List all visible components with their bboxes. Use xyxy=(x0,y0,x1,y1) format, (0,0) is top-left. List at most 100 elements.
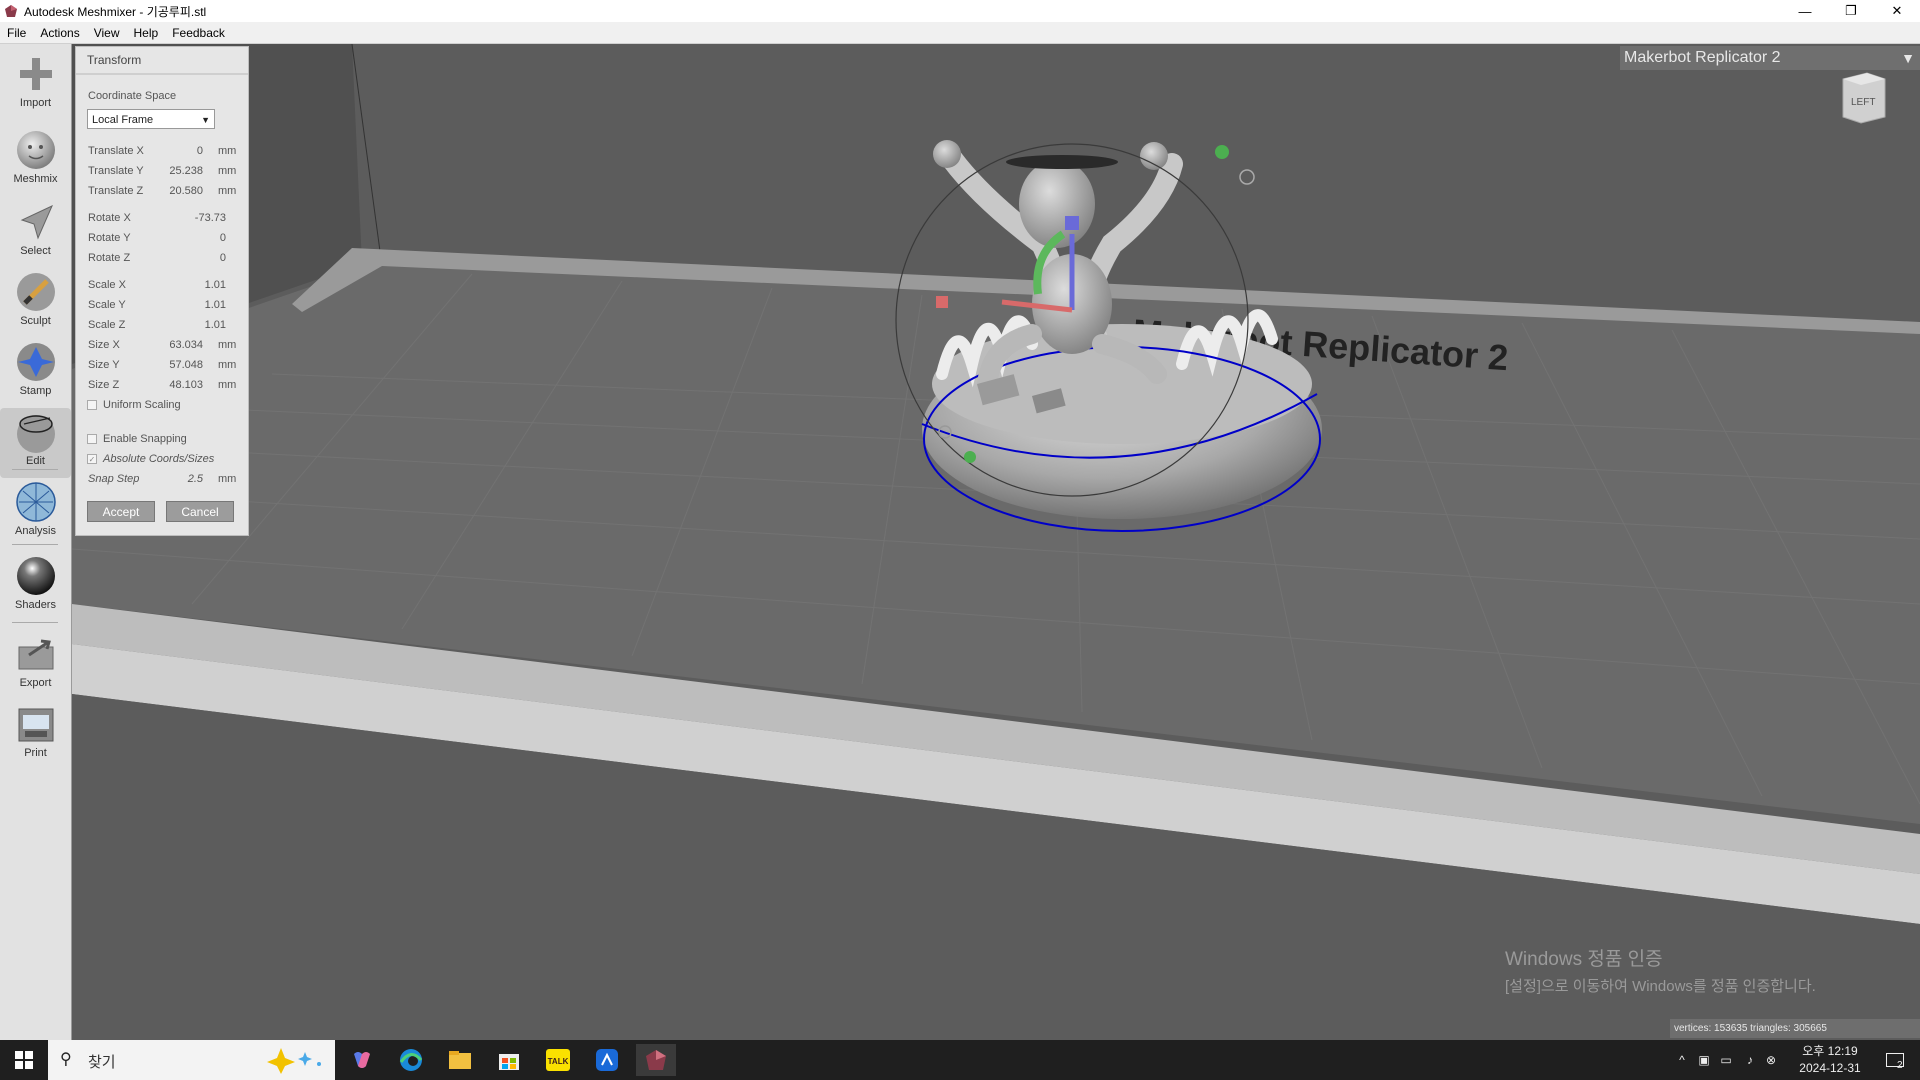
notification-count: 2 xyxy=(1897,1060,1903,1071)
export-folder-icon xyxy=(18,639,53,670)
field-label: Size X xyxy=(88,339,120,351)
coordinate-space-select[interactable]: Local Frame ▼ xyxy=(87,109,215,129)
tool-shaders[interactable]: Shaders xyxy=(0,554,71,611)
taskbar-search[interactable]: ⚲ 찾기 xyxy=(48,1040,335,1080)
cancel-button[interactable]: Cancel xyxy=(166,501,234,522)
tool-export[interactable]: Export xyxy=(0,632,71,689)
network-icon[interactable]: ▭ xyxy=(1716,1040,1736,1080)
edit-sphere-icon xyxy=(16,415,55,453)
notification-button[interactable]: 2 xyxy=(1880,1040,1910,1080)
translate-y-field[interactable]: 25.238 xyxy=(143,165,203,177)
taskbar-clock[interactable]: 오후 12:19 2024-12-31 xyxy=(1780,1043,1880,1077)
field-unit: mm xyxy=(218,339,237,351)
tool-analysis[interactable]: Analysis xyxy=(0,480,71,537)
tool-print[interactable]: Print xyxy=(0,702,71,759)
field-label: Rotate Y xyxy=(88,232,131,244)
tool-edit[interactable]: Edit xyxy=(0,408,71,478)
size-z-field[interactable]: 48.103 xyxy=(143,379,203,391)
snap-step-label: Snap Step xyxy=(88,473,140,485)
rotate-z-field[interactable]: 0 xyxy=(166,252,226,264)
scale-y-field[interactable]: 1.01 xyxy=(166,299,226,311)
field-label: Scale Z xyxy=(88,319,126,331)
minimize-button[interactable]: — xyxy=(1782,0,1828,22)
tool-sculpt[interactable]: Sculpt xyxy=(0,270,71,327)
analysis-globe-icon xyxy=(15,482,56,522)
restore-button[interactable]: ❐ xyxy=(1828,0,1874,22)
taskbar-kakaotalk[interactable]: TALK xyxy=(538,1044,578,1076)
field-label: Rotate Z xyxy=(88,252,131,264)
menu-actions[interactable]: Actions xyxy=(33,26,86,40)
field-label: Rotate X xyxy=(88,212,131,224)
field-unit: mm xyxy=(218,359,237,371)
field-label: Size Z xyxy=(88,379,120,391)
edge-icon xyxy=(399,1049,423,1071)
taskbar-app[interactable] xyxy=(587,1044,627,1076)
search-placeholder: 찾기 xyxy=(88,1054,116,1071)
clock-date: 2024-12-31 xyxy=(1799,1061,1861,1075)
taskbar-meshmixer[interactable] xyxy=(636,1044,676,1076)
3d-viewport[interactable]: Makerbot Replicator 2 LEFT xyxy=(72,44,1920,1040)
rotate-y-field[interactable]: 0 xyxy=(166,232,226,244)
size-x-field[interactable]: 63.034 xyxy=(143,339,203,351)
rotate-x-field[interactable]: -73.73 xyxy=(166,212,226,224)
tool-import[interactable]: Import xyxy=(0,52,71,109)
volume-icon[interactable]: ♪ xyxy=(1740,1040,1760,1080)
absolute-coords-checkbox[interactable]: ✓ xyxy=(87,454,97,464)
scale-x-field[interactable]: 1.01 xyxy=(166,279,226,291)
taskbar-copilot[interactable] xyxy=(342,1044,382,1076)
toolbar-divider xyxy=(12,622,58,623)
watermark-subtitle: [설정]으로 이동하여 Windows를 정품 인증합니다. xyxy=(1505,978,1816,995)
sculpt-brush-icon xyxy=(16,273,55,311)
field-label: Translate Y xyxy=(88,165,144,177)
field-label: Scale X xyxy=(88,279,126,291)
enable-snapping-label: Enable Snapping xyxy=(103,433,187,445)
tray-overflow-icon[interactable]: ^ xyxy=(1672,1040,1692,1080)
translate-z-field[interactable]: 20.580 xyxy=(143,185,203,197)
tool-select[interactable]: Select xyxy=(0,200,71,257)
activation-watermark: Windows 정품 인증 [설정]으로 이동하여 Windows를 정품 인증… xyxy=(1505,944,1816,996)
meshmixer-app-icon xyxy=(5,5,17,17)
left-toolbar: Import Meshmix Select Sculpt Stamp Edit … xyxy=(0,44,72,1040)
chevron-down-icon: ▼ xyxy=(1901,50,1915,66)
taskbar-edge[interactable] xyxy=(391,1044,431,1076)
field-label: Translate Z xyxy=(88,185,144,197)
view-cube-label: LEFT xyxy=(1851,97,1876,108)
translate-x-field[interactable]: 0 xyxy=(143,145,203,157)
transform-panel: Transform Coordinate Space Local Frame ▼… xyxy=(75,46,249,536)
watermark-title: Windows 정품 인증 xyxy=(1505,949,1663,970)
view-cube[interactable]: LEFT xyxy=(1837,69,1889,125)
tool-stamp[interactable]: Stamp xyxy=(0,340,71,397)
panel-title: Transform xyxy=(76,47,248,75)
enable-snapping-checkbox[interactable] xyxy=(87,434,97,444)
close-button[interactable]: ✕ xyxy=(1874,0,1920,22)
chevron-down-icon: ▼ xyxy=(201,115,210,125)
tool-meshmix[interactable]: Meshmix xyxy=(0,128,71,185)
print-icon xyxy=(18,708,53,742)
menu-help[interactable]: Help xyxy=(127,26,166,40)
meshmix-head-icon xyxy=(16,131,55,169)
accept-button[interactable]: Accept xyxy=(87,501,155,522)
menu-file[interactable]: File xyxy=(0,26,33,40)
taskbar-store[interactable] xyxy=(489,1044,529,1076)
status-icon[interactable]: ⊗ xyxy=(1762,1040,1780,1080)
snap-step-field[interactable]: 2.5 xyxy=(143,473,203,485)
uniform-scaling-checkbox[interactable] xyxy=(87,400,97,410)
menu-feedback[interactable]: Feedback xyxy=(165,26,232,40)
printer-selector[interactable]: Makerbot Replicator 2 ▼ xyxy=(1620,46,1920,70)
scale-z-field[interactable]: 1.01 xyxy=(166,319,226,331)
stamp-icon xyxy=(16,343,55,381)
taskbar: ⚲ 찾기 TALK ^ ▣ ▭ ♪ ⊗ 오후 12:19 2024-12-31 … xyxy=(0,1040,1920,1080)
copilot-sparkle-icon xyxy=(267,1048,321,1074)
search-icon: ⚲ xyxy=(60,1051,72,1068)
toolbar-divider xyxy=(12,469,58,470)
field-unit: mm xyxy=(218,145,237,157)
snap-step-unit: mm xyxy=(218,473,237,485)
taskbar-file-explorer[interactable] xyxy=(440,1044,480,1076)
size-y-field[interactable]: 57.048 xyxy=(143,359,203,371)
menu-bar: File Actions View Help Feedback xyxy=(0,22,1920,44)
camera-icon[interactable]: ▣ xyxy=(1694,1040,1714,1080)
start-button[interactable] xyxy=(4,1044,44,1076)
menu-view[interactable]: View xyxy=(87,26,127,40)
printer-name: Makerbot Replicator 2 xyxy=(1624,49,1781,66)
field-unit: mm xyxy=(218,165,237,177)
